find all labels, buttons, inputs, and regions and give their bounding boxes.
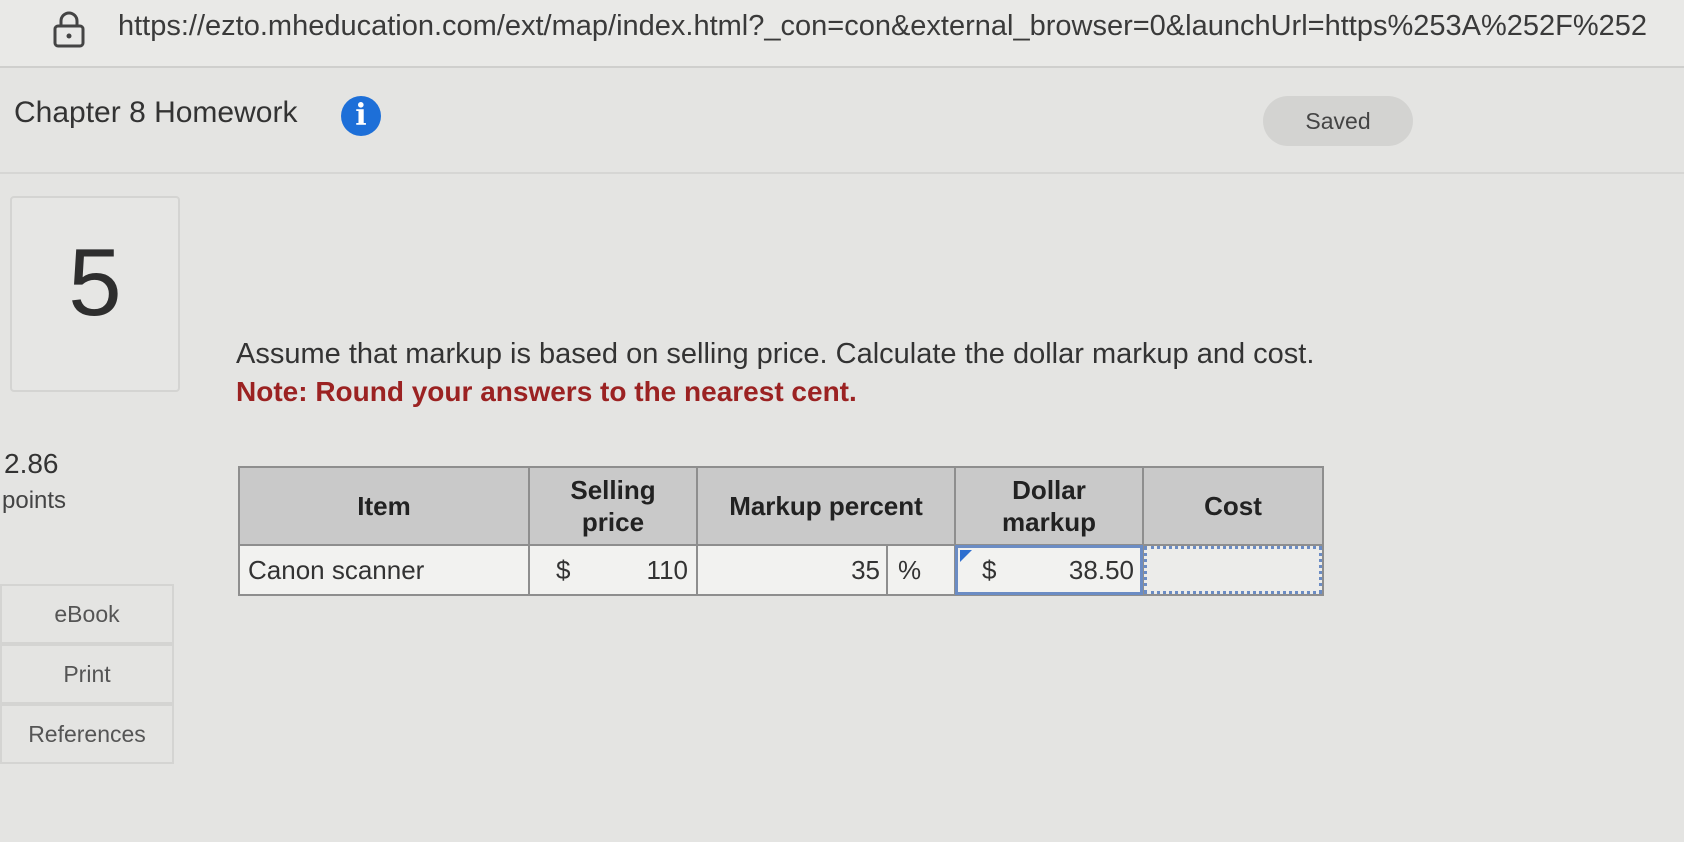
header-selling-price: Selling price bbox=[528, 466, 698, 546]
header-markup-percent: Markup percent bbox=[696, 466, 956, 546]
header-divider bbox=[0, 172, 1684, 174]
ebook-link[interactable]: eBook bbox=[0, 584, 174, 644]
points-value: 2.86 bbox=[4, 448, 59, 479]
question-number: 5 bbox=[68, 229, 122, 336]
saved-status-badge: Saved bbox=[1263, 96, 1413, 146]
question-note: Note: Round your answers to the nearest … bbox=[236, 376, 857, 407]
item-name: Canon scanner bbox=[238, 544, 530, 596]
table-header-row: Item Selling price Markup percent Dollar… bbox=[238, 466, 1324, 546]
markup-percent-cell: 35 % bbox=[696, 544, 956, 596]
points-label: points bbox=[2, 487, 67, 514]
dollar-markup-value[interactable]: 38.50 bbox=[1022, 555, 1142, 586]
header-item: Item bbox=[238, 466, 530, 546]
url-text[interactable]: https://ezto.mheducation.com/ext/map/ind… bbox=[118, 10, 1684, 43]
lock-icon bbox=[53, 11, 85, 48]
dollar-markup-input[interactable]: $ 38.50 bbox=[954, 544, 1144, 596]
references-link[interactable]: References bbox=[0, 704, 174, 764]
currency-symbol: $ bbox=[556, 554, 571, 585]
question-text: Assume that markup is based on selling p… bbox=[236, 338, 1315, 370]
assignment-title: Chapter 8 Homework bbox=[14, 96, 298, 129]
answer-flag-icon bbox=[960, 550, 972, 562]
selling-price-cell: $ 110 bbox=[528, 544, 698, 596]
table-row: Canon scanner $ 110 35 % $ 38.50 bbox=[238, 544, 1324, 596]
info-icon[interactable]: i bbox=[341, 96, 381, 136]
markup-percent-value: 35 bbox=[851, 554, 880, 585]
cost-input[interactable] bbox=[1142, 544, 1324, 596]
percent-sign: % bbox=[886, 546, 954, 594]
question-number-box: 5 bbox=[10, 196, 180, 392]
header-cost: Cost bbox=[1142, 466, 1324, 546]
header-dollar-markup: Dollar markup bbox=[954, 466, 1144, 546]
selling-price-value: 110 bbox=[646, 554, 688, 585]
address-bar[interactable]: https://ezto.mheducation.com/ext/map/ind… bbox=[0, 0, 1684, 68]
answer-table: Item Selling price Markup percent Dollar… bbox=[238, 466, 1324, 596]
print-link[interactable]: Print bbox=[0, 644, 174, 704]
